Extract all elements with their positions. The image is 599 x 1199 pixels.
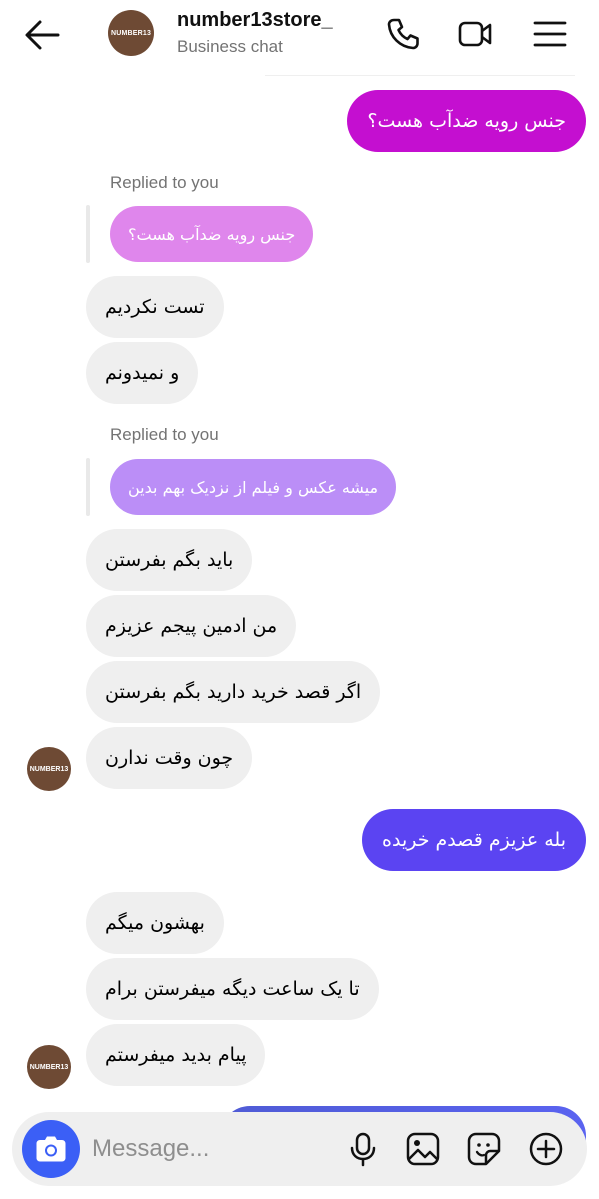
message-composer xyxy=(12,1112,587,1186)
message-input[interactable] xyxy=(92,1132,332,1166)
plus-icon xyxy=(529,1132,563,1166)
camera-icon xyxy=(36,1136,66,1162)
phone-icon xyxy=(387,18,419,50)
call-button[interactable] xyxy=(385,16,421,52)
incoming-message[interactable]: چون وقت ندارن xyxy=(86,727,253,789)
outgoing-message[interactable]: بله عزیزم قصدم خریده xyxy=(362,809,586,871)
microphone-icon xyxy=(350,1132,376,1167)
incoming-message[interactable]: و نمیدونم xyxy=(86,342,199,404)
avatar-text: NUMBER13 xyxy=(29,765,69,773)
chat-header: NUMBER13 number13store_ Business chat xyxy=(0,0,599,74)
replied-label: Replied to you xyxy=(110,425,219,444)
incoming-message[interactable]: باید بگم بفرستن xyxy=(86,529,253,591)
sender-avatar[interactable]: NUMBER13 xyxy=(27,1045,71,1089)
outgoing-message[interactable]: جنس رویه ضدآب هست؟ xyxy=(347,90,586,152)
arrow-left-icon xyxy=(25,20,60,50)
incoming-message[interactable]: تا یک ساعت دیگه میفرستن برام xyxy=(86,958,379,1020)
header-divider xyxy=(265,75,575,76)
menu-icon xyxy=(533,21,567,47)
gallery-button[interactable] xyxy=(405,1131,441,1167)
incoming-message[interactable]: پیام بدید میفرستم xyxy=(86,1024,266,1086)
video-call-button[interactable] xyxy=(457,16,493,52)
incoming-message[interactable]: تست نکردیم xyxy=(86,276,224,338)
incoming-message[interactable]: من ادمین پیجم عزیزم xyxy=(86,595,297,657)
menu-button[interactable] xyxy=(532,16,568,52)
incoming-message[interactable]: اگر قصد خرید دارید بگم بفرستن xyxy=(86,661,381,723)
reply-bar xyxy=(86,205,90,263)
sender-avatar[interactable]: NUMBER13 xyxy=(27,747,71,791)
profile-avatar[interactable]: NUMBER13 xyxy=(108,10,154,56)
chat-subtitle: Business chat xyxy=(177,37,283,56)
quoted-message[interactable]: جنس رویه ضدآب هست؟ xyxy=(110,206,314,262)
avatar-text: NUMBER13 xyxy=(29,1063,69,1071)
back-button[interactable] xyxy=(22,17,62,53)
sticker-button[interactable] xyxy=(466,1131,502,1167)
camera-button[interactable] xyxy=(22,1120,80,1178)
chat-title[interactable]: number13store_ xyxy=(177,9,333,32)
quoted-message[interactable]: میشه عکس و فیلم از نزدیک بهم بدین xyxy=(110,459,397,515)
replied-label: Replied to you xyxy=(110,173,219,192)
sticker-icon xyxy=(467,1132,501,1166)
incoming-message[interactable]: بهشون میگم xyxy=(86,892,224,954)
gallery-icon xyxy=(406,1132,440,1166)
video-camera-icon xyxy=(458,21,492,47)
avatar-text: NUMBER13 xyxy=(110,29,152,37)
more-options-button[interactable] xyxy=(528,1131,564,1167)
reply-bar xyxy=(86,458,90,516)
voice-message-button[interactable] xyxy=(345,1131,381,1167)
